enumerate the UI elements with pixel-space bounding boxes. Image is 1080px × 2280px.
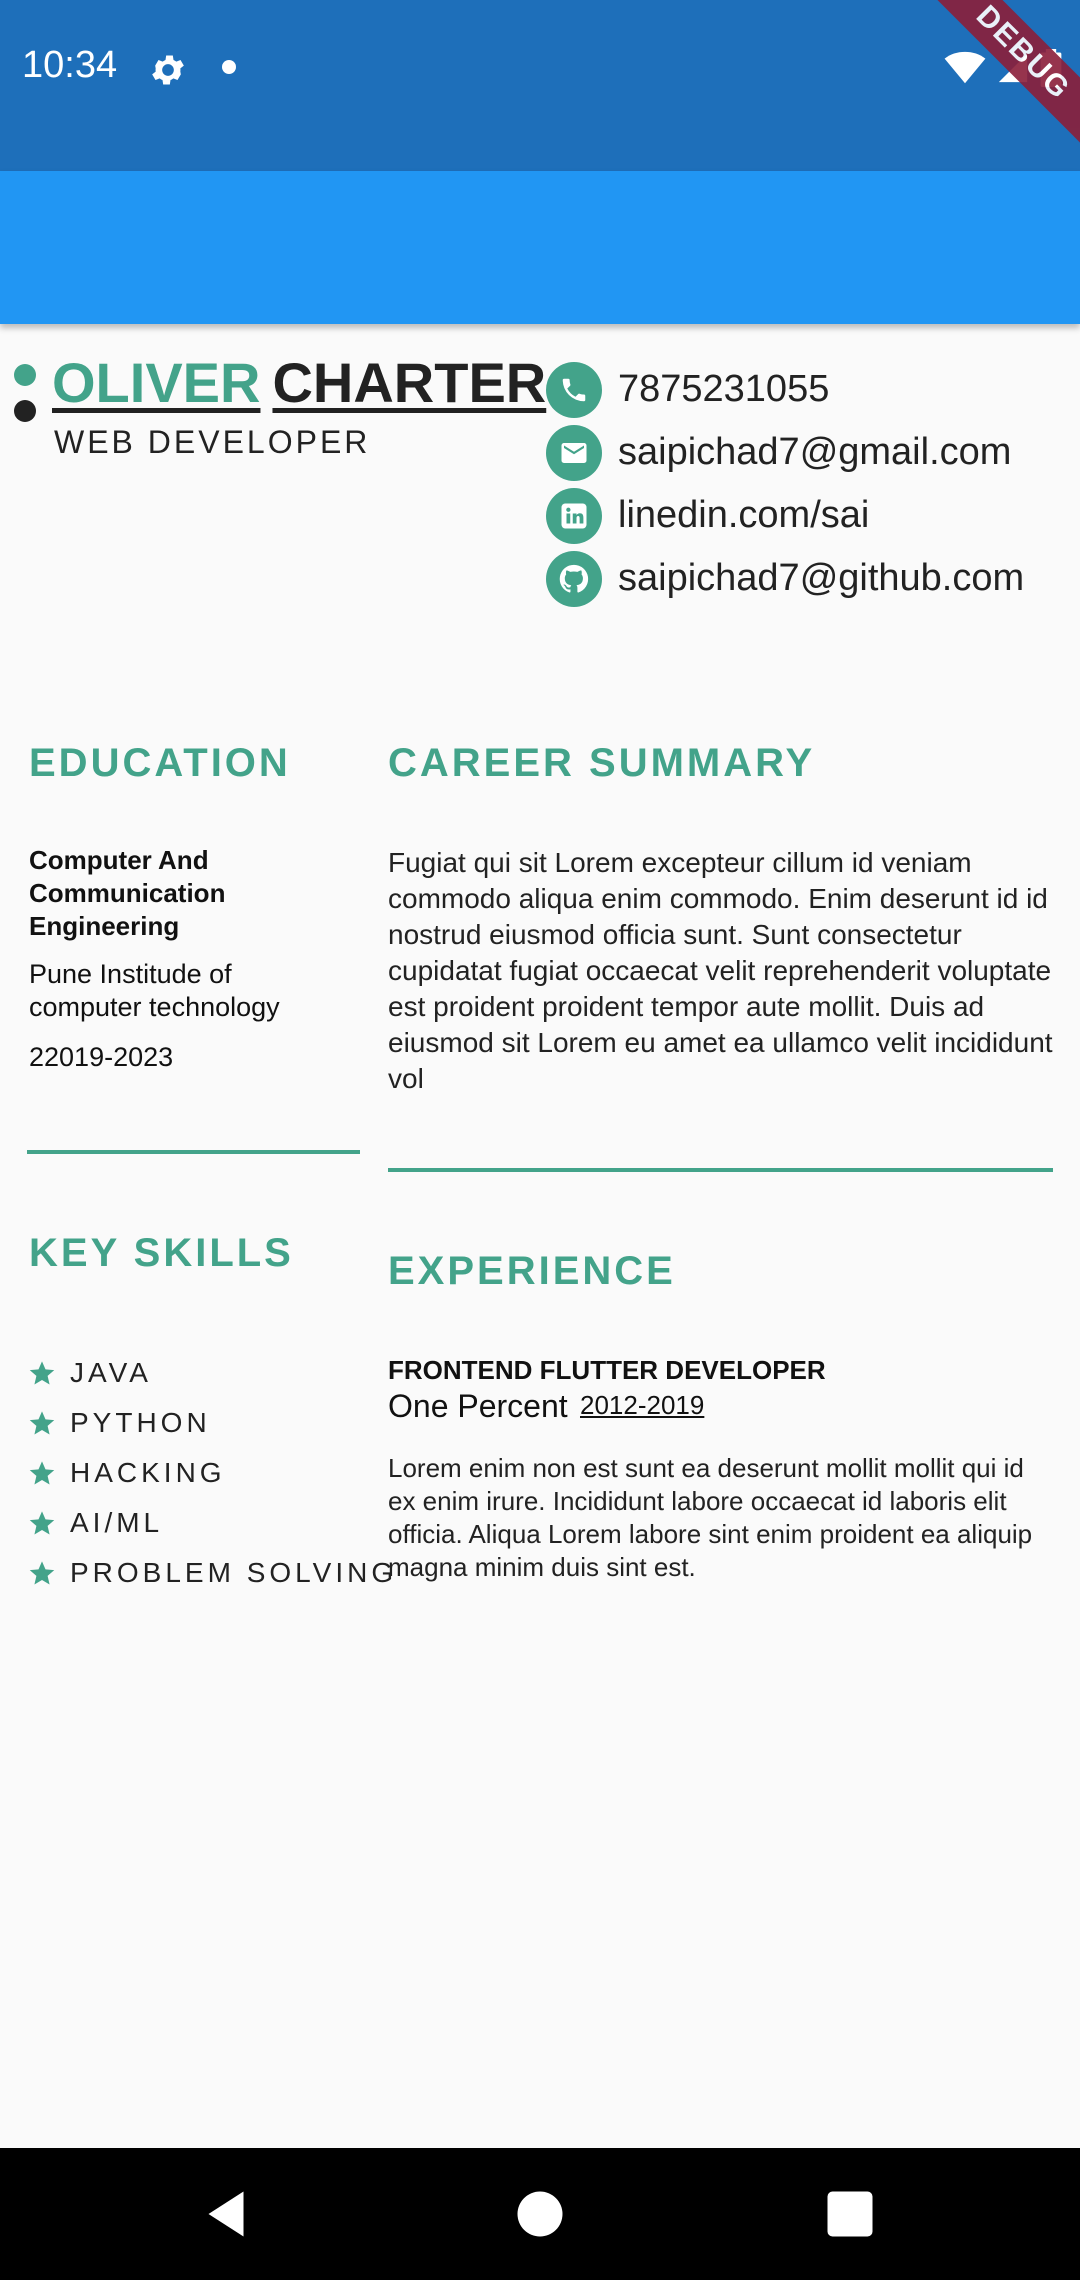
skill-item: PYTHON xyxy=(28,1398,397,1448)
skill-label: AI/ML xyxy=(70,1507,164,1538)
experience-years: 2012-2019 xyxy=(580,1390,705,1420)
career-summary-text: Fugiat qui sit Lorem excepteur cillum id… xyxy=(388,847,1053,1094)
skill-label: JAVA xyxy=(70,1357,152,1388)
contact-text: saipichad7@github.com xyxy=(618,557,1025,599)
skill-label: PROBLEM SOLVING xyxy=(70,1557,398,1588)
career-divider xyxy=(388,1168,1053,1172)
key-skills-title: KEY SKILLS xyxy=(29,1231,294,1275)
education-divider xyxy=(27,1150,360,1154)
contact-text: linedin.com/sai xyxy=(618,494,870,536)
contact-text: saipichad7@gmail.com xyxy=(618,431,1012,473)
contact-email[interactable]: saipichad7@gmail.com xyxy=(546,421,1024,484)
star-icon xyxy=(29,1361,55,1385)
accent-dot-icon xyxy=(14,364,36,386)
star-icon xyxy=(29,1461,55,1485)
full-name: OLIVER CHARTER xyxy=(52,350,546,415)
first-name: OLIVER xyxy=(52,351,261,414)
home-icon[interactable] xyxy=(510,2184,570,2244)
contact-phone[interactable]: 7875231055 xyxy=(546,358,1024,421)
skill-item: JAVA xyxy=(28,1348,397,1398)
app-bar xyxy=(0,171,1080,324)
skills-list: JAVA PYTHON HACKING AI/ML PROBLEM SOLVIN… xyxy=(28,1348,397,1598)
github-icon xyxy=(546,550,602,607)
experience-description: Lorem enim non est sunt ea deserunt moll… xyxy=(388,1453,1033,1582)
star-icon xyxy=(29,1411,55,1435)
skill-label: HACKING xyxy=(70,1457,226,1488)
skill-item: AI/ML xyxy=(28,1498,397,1548)
education-institute: Pune Institude of computer technology xyxy=(29,959,280,1022)
linkedin-icon xyxy=(546,487,602,544)
wifi-icon xyxy=(944,51,986,84)
star-icon xyxy=(29,1511,55,1535)
education-years: 22019-2023 xyxy=(29,1042,174,1072)
experience-company: One Percent xyxy=(388,1388,568,1424)
education-title: EDUCATION xyxy=(29,741,291,785)
email-icon xyxy=(546,424,602,481)
system-nav-bar xyxy=(0,2148,1080,2280)
notification-dot-icon xyxy=(222,60,236,74)
experience-role: FRONTEND FLUTTER DEVELOPER xyxy=(388,1355,826,1385)
status-time: 10:34 xyxy=(22,44,118,86)
job-title: WEB DEVELOPER xyxy=(54,424,371,460)
back-icon[interactable] xyxy=(196,2184,256,2244)
last-name: CHARTER xyxy=(272,351,547,414)
contact-linkedin[interactable]: linedin.com/sai xyxy=(546,484,1024,547)
experience-title: EXPERIENCE xyxy=(388,1249,676,1293)
settings-gear-icon xyxy=(152,55,184,85)
dark-dot-icon xyxy=(14,400,36,422)
phone-icon xyxy=(546,361,602,418)
skill-item: HACKING xyxy=(28,1448,397,1498)
recents-icon[interactable] xyxy=(820,2184,880,2244)
contact-github[interactable]: saipichad7@github.com xyxy=(546,547,1024,610)
skill-label: PYTHON xyxy=(70,1407,211,1438)
contact-text: 7875231055 xyxy=(618,368,830,410)
name-decoration xyxy=(14,364,36,436)
career-summary-title: CAREER SUMMARY xyxy=(388,741,816,785)
status-bar: 10:34 DEBUG xyxy=(0,0,1080,171)
contact-list: 7875231055 saipichad7@gmail.com linedin.… xyxy=(546,358,1024,610)
star-icon xyxy=(29,1561,55,1585)
skill-item: PROBLEM SOLVING xyxy=(28,1548,397,1598)
education-degree: Computer And Communication Engineering xyxy=(29,845,226,941)
